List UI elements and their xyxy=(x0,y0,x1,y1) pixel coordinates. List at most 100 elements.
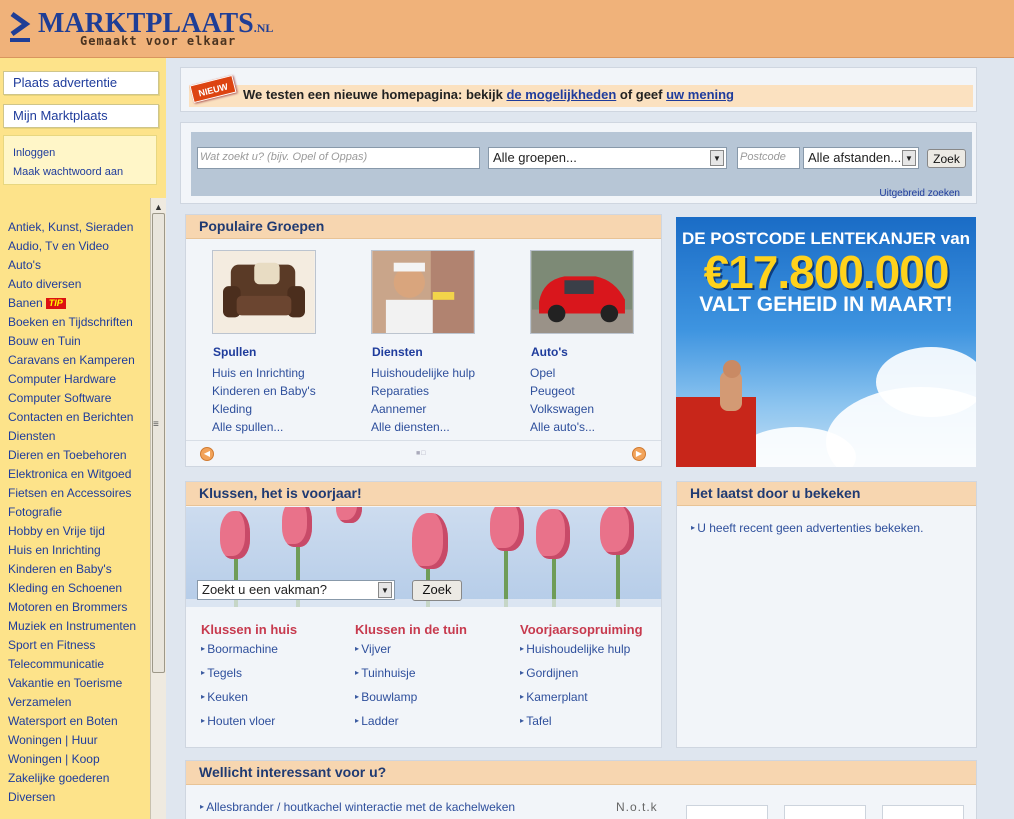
category-label[interactable]: Kinderen en Baby's xyxy=(8,562,112,576)
handyman-photo[interactable] xyxy=(371,250,475,334)
category-link[interactable]: Zakelijke goederen xyxy=(8,769,150,788)
vakman-search-button[interactable]: Zoek xyxy=(412,580,462,601)
category-link[interactable]: Contacten en Berichten xyxy=(8,408,150,427)
group-link[interactable]: Volkswagen xyxy=(530,402,654,420)
group-link[interactable]: Huis en Inrichting xyxy=(212,366,336,384)
vakman-select[interactable]: Zoekt u een vakman? ▼ xyxy=(197,580,395,600)
category-label[interactable]: Computer Software xyxy=(8,391,111,405)
group-link[interactable]: Aannemer xyxy=(371,402,495,420)
klus-link[interactable]: Tegels xyxy=(201,666,297,690)
advanced-search-link[interactable]: Uitgebreid zoeken xyxy=(879,188,960,199)
category-link[interactable]: Kleding en Schoenen xyxy=(8,579,150,598)
category-label[interactable]: Dieren en Toebehoren xyxy=(8,448,127,462)
group-title[interactable]: Auto's xyxy=(531,345,654,359)
ad-thumbnail[interactable] xyxy=(686,805,768,819)
category-link[interactable]: Sport en Fitness xyxy=(8,636,150,655)
category-link[interactable]: Diensten xyxy=(8,427,150,446)
group-link[interactable]: Alle auto's... xyxy=(530,420,654,438)
group-link[interactable]: Alle diensten... xyxy=(371,420,495,438)
category-label[interactable]: Audio, Tv en Video xyxy=(8,239,109,253)
group-link[interactable]: Huishoudelijke hulp xyxy=(371,366,495,384)
category-label[interactable]: Auto's xyxy=(8,258,41,272)
group-link[interactable]: Kinderen en Baby's xyxy=(212,384,336,402)
category-label[interactable]: Woningen | Koop xyxy=(8,752,100,766)
category-link[interactable]: Vakantie en Toerisme xyxy=(8,674,150,693)
category-label[interactable]: Motoren en Brommers xyxy=(8,600,127,614)
category-label[interactable]: Caravans en Kamperen xyxy=(8,353,135,367)
category-link[interactable]: Verzamelen xyxy=(8,693,150,712)
column-title[interactable]: Klussen in huis xyxy=(201,622,297,637)
klus-link[interactable]: Boormachine xyxy=(201,642,297,666)
interesting-item-link[interactable]: Allesbrander / houtkachel winteractie me… xyxy=(200,800,515,814)
my-marktplaats-button[interactable]: Mijn Marktplaats xyxy=(3,104,159,128)
make-password-link[interactable]: Maak wachtwoord aan xyxy=(13,166,123,178)
category-label[interactable]: Telecommunicatie xyxy=(8,657,104,671)
category-link[interactable]: Telecommunicatie xyxy=(8,655,150,674)
category-label[interactable]: Muziek en Instrumenten xyxy=(8,619,136,633)
armchair-photo[interactable] xyxy=(212,250,316,334)
scroll-up-arrow-icon[interactable]: ▲ xyxy=(154,202,163,212)
category-label[interactable]: Diversen xyxy=(8,790,55,804)
category-link[interactable]: Auto's xyxy=(8,256,150,275)
search-button[interactable]: Zoek xyxy=(927,149,966,168)
category-label[interactable]: Hobby en Vrije tijd xyxy=(8,524,105,538)
category-link[interactable]: Antiek, Kunst, Sieraden xyxy=(8,218,150,237)
category-link[interactable]: Dieren en Toebehoren xyxy=(8,446,150,465)
category-link[interactable]: Hobby en Vrije tijd xyxy=(8,522,150,541)
category-link[interactable]: Fietsen en Accessoires xyxy=(8,484,150,503)
ad-thumbnail[interactable] xyxy=(882,805,964,819)
category-link[interactable]: Diversen xyxy=(8,788,150,807)
category-link[interactable]: Woningen | Koop xyxy=(8,750,150,769)
category-link[interactable]: Kinderen en Baby's xyxy=(8,560,150,579)
group-link[interactable]: Peugeot xyxy=(530,384,654,402)
category-label[interactable]: Sport en Fitness xyxy=(8,638,95,652)
category-link[interactable]: Muziek en Instrumenten xyxy=(8,617,150,636)
category-link[interactable]: Watersport en Boten xyxy=(8,712,150,731)
group-link[interactable]: Opel xyxy=(530,366,654,384)
category-label[interactable]: Diensten xyxy=(8,429,55,443)
klus-link[interactable]: Bouwlamp xyxy=(355,690,467,714)
category-label[interactable]: Woningen | Huur xyxy=(8,733,98,747)
category-label[interactable]: Verzamelen xyxy=(8,695,71,709)
klus-link[interactable]: Tafel xyxy=(520,714,643,738)
category-label[interactable]: Contacten en Berichten xyxy=(8,410,133,424)
category-label[interactable]: Bouw en Tuin xyxy=(8,334,81,348)
category-label[interactable]: Banen xyxy=(8,296,43,310)
category-link[interactable]: Computer Hardware xyxy=(8,370,150,389)
group-select[interactable]: Alle groepen... ▼ xyxy=(488,147,727,169)
column-title[interactable]: Voorjaarsopruiming xyxy=(520,622,643,637)
ad-thumbnail[interactable] xyxy=(784,805,866,819)
category-link[interactable]: Boeken en Tijdschriften xyxy=(8,313,150,332)
category-link[interactable]: Fotografie xyxy=(8,503,150,522)
category-label[interactable]: Antiek, Kunst, Sieraden xyxy=(8,220,133,234)
category-link[interactable]: Motoren en Brommers xyxy=(8,598,150,617)
marktplaats-logo[interactable]: MARKTPLAATS.NL Gemaakt voor elkaar xyxy=(8,6,273,50)
klus-link[interactable]: Gordijnen xyxy=(520,666,643,690)
login-link[interactable]: Inloggen xyxy=(13,147,55,159)
category-link[interactable]: Computer Software xyxy=(8,389,150,408)
search-input[interactable]: Wat zoekt u? (bijv. Opel of Oppas) xyxy=(197,147,480,169)
klus-link[interactable]: Ladder xyxy=(355,714,467,738)
group-title[interactable]: Spullen xyxy=(213,345,336,359)
category-label[interactable]: Auto diversen xyxy=(8,277,81,291)
klus-link[interactable]: Vijver xyxy=(355,642,467,666)
category-link[interactable]: Huis en Inrichting xyxy=(8,541,150,560)
category-label[interactable]: Watersport en Boten xyxy=(8,714,118,728)
category-label[interactable]: Boeken en Tijdschriften xyxy=(8,315,133,329)
opinion-link[interactable]: uw mening xyxy=(666,87,734,102)
category-label[interactable]: Kleding en Schoenen xyxy=(8,581,122,595)
red-car-photo[interactable] xyxy=(530,250,634,334)
klus-link[interactable]: Tuinhuisje xyxy=(355,666,467,690)
klus-link[interactable]: Kamerplant xyxy=(520,690,643,714)
category-label[interactable]: Huis en Inrichting xyxy=(8,543,101,557)
category-label[interactable]: Vakantie en Toerisme xyxy=(8,676,122,690)
category-label[interactable]: Zakelijke goederen xyxy=(8,771,109,785)
category-link[interactable]: Bouw en Tuin xyxy=(8,332,150,351)
category-label[interactable]: Fietsen en Accessoires xyxy=(8,486,131,500)
postcode-input[interactable]: Postcode xyxy=(737,147,800,169)
category-link[interactable]: Caravans en Kamperen xyxy=(8,351,150,370)
distance-select[interactable]: Alle afstanden... ▼ xyxy=(803,147,919,169)
category-label[interactable]: Fotografie xyxy=(8,505,62,519)
place-ad-button[interactable]: Plaats advertentie xyxy=(3,71,159,95)
category-link[interactable]: Audio, Tv en Video xyxy=(8,237,150,256)
